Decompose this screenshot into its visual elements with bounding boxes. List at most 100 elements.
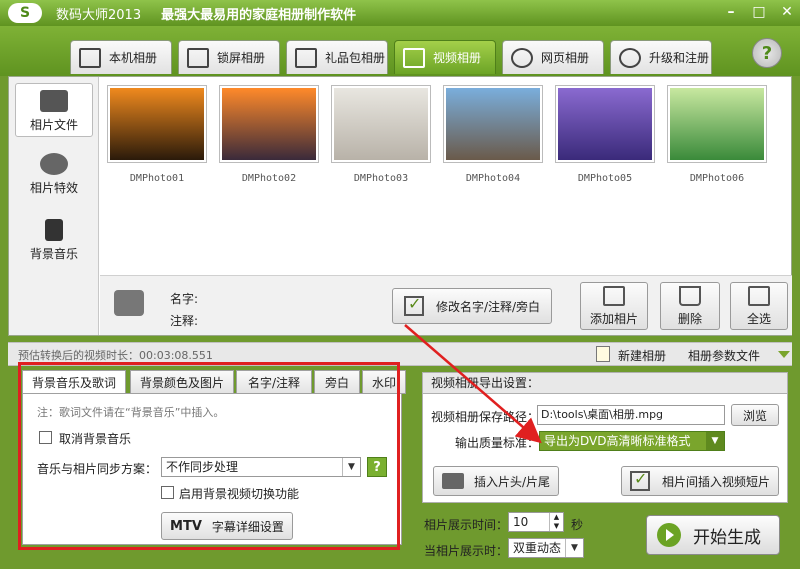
- browser-icon: [511, 47, 533, 68]
- button-label: 修改名字/注释/旁白: [435, 299, 541, 314]
- photo-name: DMPhoto02: [241, 173, 297, 184]
- title-bar: S 数码大师2013 最强大最易用的家庭相册制作软件 – □ ✕: [0, 0, 800, 26]
- sidebar-item-photo-effects[interactable]: 相片特效: [15, 147, 93, 201]
- app-title: 数码大师2013: [56, 7, 142, 23]
- maximize-button[interactable]: □: [750, 3, 768, 21]
- grid-icon: [748, 285, 770, 306]
- button-label: 插入片头/片尾: [473, 474, 551, 489]
- photo-item[interactable]: DMPhoto02: [219, 85, 319, 184]
- button-label: 字幕详细设置: [211, 519, 284, 534]
- button-label: 相片间插入视频短片: [661, 474, 770, 489]
- tab-narration[interactable]: 旁白: [314, 370, 360, 394]
- cancel-music-checkbox[interactable]: [39, 431, 52, 444]
- subtitle-settings-button[interactable]: MTV 字幕详细设置: [161, 512, 293, 540]
- sidebar-item-photo-files[interactable]: 相片文件: [15, 83, 93, 137]
- save-path-input[interactable]: D:\tools\桌面\相册.mpg: [537, 405, 725, 425]
- tab-label: 礼品包相册: [325, 51, 386, 65]
- film-icon: [403, 47, 425, 68]
- name-label: 名字:: [170, 292, 199, 306]
- insert-head-tail-button[interactable]: 插入片头/片尾: [433, 466, 559, 496]
- show-time-stepper[interactable]: 10 ▲ ▼: [508, 512, 564, 532]
- video-camera-icon: [441, 473, 464, 489]
- photo-item[interactable]: DMPhoto05: [555, 85, 655, 184]
- album-params-link[interactable]: 相册参数文件: [688, 347, 760, 364]
- music-note-icon: [45, 219, 63, 241]
- lyrics-note: 注：歌词文件请在“背景音乐”中插入。: [37, 406, 225, 419]
- export-settings-panel: 视频相册保存路径： D:\tools\桌面\相册.mpg 浏览 输出质量标准： …: [422, 393, 788, 503]
- globe-icon: [619, 47, 641, 68]
- sidebar-item-label: 相片特效: [29, 181, 78, 195]
- gift-icon: [295, 47, 317, 68]
- photo-item[interactable]: DMPhoto06: [667, 85, 767, 184]
- photo-item[interactable]: DMPhoto04: [443, 85, 543, 184]
- quality-select-value: 导出为DVD高清晰标准格式: [544, 434, 691, 448]
- tab-local-album[interactable]: 本机相册: [70, 40, 172, 74]
- close-button[interactable]: ✕: [778, 3, 796, 21]
- tab-video-album[interactable]: 视频相册: [394, 40, 496, 74]
- photo-name: DMPhoto06: [689, 173, 745, 184]
- show-time-value: 10: [513, 515, 529, 529]
- person-icon: [79, 47, 101, 68]
- duration-bar: 预估转换后的视频时长：00:03:08.551 新建相册 相册参数文件: [8, 342, 792, 366]
- show-mode-value: 双重动态: [513, 541, 562, 555]
- add-photo-button[interactable]: 添加相片: [580, 282, 648, 330]
- bg-video-switch-checkbox[interactable]: [161, 486, 174, 499]
- document-icon: [596, 346, 610, 362]
- trash-icon: [679, 285, 701, 306]
- check-icon: [403, 294, 424, 316]
- add-photo-icon: [603, 285, 625, 306]
- browse-button[interactable]: 浏览: [731, 404, 779, 426]
- photo-info-bar: 名字: 注释: 修改名字/注释/旁白 添加相片 删除 全选: [100, 275, 792, 335]
- camera-icon: [114, 290, 144, 316]
- button-label: 添加相片: [589, 311, 638, 326]
- effects-icon: [40, 153, 68, 175]
- sidebar-item-label: 背景音乐: [29, 247, 78, 261]
- tab-label: 视频相册: [433, 51, 482, 65]
- sidebar: 相片文件 相片特效 背景音乐: [9, 77, 99, 335]
- photo-name: DMPhoto03: [353, 173, 409, 184]
- show-time-label: 相片展示时间：: [424, 518, 509, 532]
- show-time-unit: 秒: [571, 518, 584, 532]
- photo-thumbnail: [667, 85, 767, 163]
- tab-lockscreen-album[interactable]: 锁屏相册: [178, 40, 280, 74]
- monitor-icon: [187, 47, 209, 68]
- tab-bg-color-image[interactable]: 背景颜色及图片: [130, 370, 234, 394]
- help-button[interactable]: ?: [752, 38, 782, 68]
- photo-thumbnail: [107, 85, 207, 163]
- sync-select[interactable]: 不作同步处理 ▼: [161, 457, 361, 477]
- photo-name: DMPhoto05: [577, 173, 633, 184]
- new-album-link[interactable]: 新建相册: [618, 347, 666, 364]
- sidebar-item-bg-music[interactable]: 背景音乐: [15, 213, 93, 267]
- button-label: 删除: [677, 311, 702, 326]
- show-mode-label: 当相片展示时：: [424, 544, 509, 558]
- chevron-down-icon[interactable]: [778, 351, 790, 358]
- insert-clip-button[interactable]: 相片间插入视频短片: [621, 466, 779, 496]
- delete-button[interactable]: 删除: [660, 282, 720, 330]
- cancel-music-label: 取消背景音乐: [59, 432, 132, 446]
- tab-watermark[interactable]: 水印: [362, 370, 406, 394]
- main-tab-strip: 本机相册 锁屏相册 礼品包相册 视频相册 网页相册 升级和注册 ?: [0, 26, 800, 76]
- photo-item[interactable]: DMPhoto01: [107, 85, 207, 184]
- tab-music-lyrics[interactable]: 背景音乐及歌词: [22, 370, 126, 394]
- photo-item[interactable]: DMPhoto03: [331, 85, 431, 184]
- quality-label: 输出质量标准：: [455, 436, 540, 450]
- start-generate-button[interactable]: 开始生成: [646, 515, 780, 555]
- button-label: 开始生成: [693, 527, 761, 548]
- edit-name-note-narration-button[interactable]: 修改名字/注释/旁白: [392, 288, 552, 324]
- tab-upgrade-register[interactable]: 升级和注册: [610, 40, 712, 74]
- show-mode-select[interactable]: 双重动态 ▼: [508, 538, 584, 558]
- tab-gift-album[interactable]: 礼品包相册: [286, 40, 388, 74]
- app-logo-icon: S: [8, 3, 42, 23]
- select-all-button[interactable]: 全选: [730, 282, 788, 330]
- photo-thumbnail: [331, 85, 431, 163]
- tab-web-album[interactable]: 网页相册: [502, 40, 604, 74]
- minimize-button[interactable]: –: [722, 3, 740, 21]
- button-label: 全选: [746, 311, 771, 326]
- stepper-arrows-icon[interactable]: ▲ ▼: [549, 513, 563, 531]
- question-icon[interactable]: ?: [367, 457, 387, 477]
- quality-select[interactable]: 导出为DVD高清晰标准格式 ▼: [539, 431, 725, 451]
- photo-thumbnail: [443, 85, 543, 163]
- sync-select-value: 不作同步处理: [166, 460, 239, 474]
- save-path-label: 视频相册保存路径：: [431, 410, 540, 424]
- tab-name-note[interactable]: 名字/注释: [236, 370, 312, 394]
